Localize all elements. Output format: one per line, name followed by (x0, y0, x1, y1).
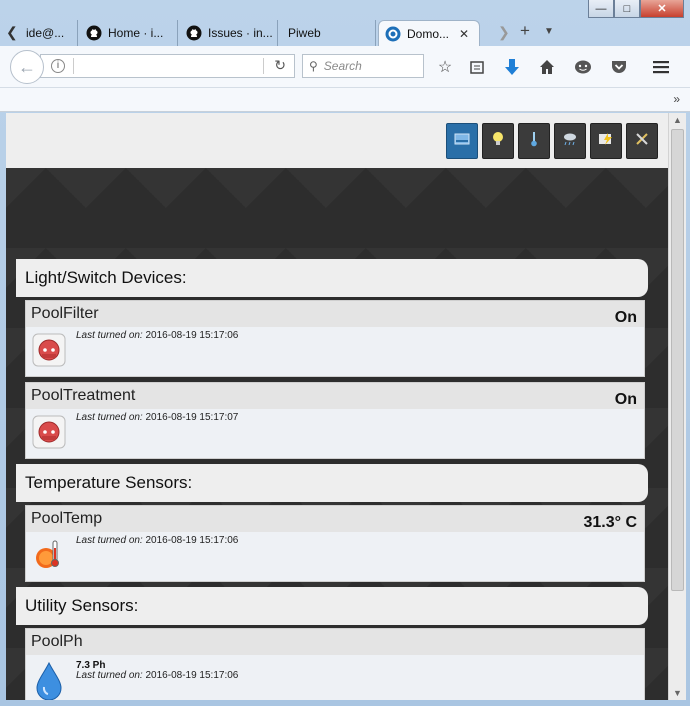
last-label: Last turned on: (76, 535, 143, 546)
thermometer-icon (530, 131, 538, 152)
last-value: 2016-08-19 15:17:07 (145, 412, 239, 423)
last-updated: Last turned on: 2016-08-19 15:17:06 (76, 535, 238, 546)
wall-socket-icon[interactable] (32, 415, 66, 449)
cloud-rain-icon (562, 132, 578, 151)
tab-label: Home · i... (108, 26, 164, 40)
section-utility-header: Utility Sensors: (16, 587, 648, 625)
close-window-button[interactable]: ✕ (640, 0, 684, 18)
tab-label: Domo... (407, 26, 450, 41)
device-card-poolph[interactable]: PoolPh 7.3 Ph Last turned on: 2016-08-19… (25, 628, 645, 700)
card-header: PoolTemp 31.3° C (26, 506, 644, 532)
bookmark-star-icon[interactable]: ☆ (434, 56, 456, 78)
device-name: PoolTreatment (31, 387, 136, 404)
device-status: 31.3° C (583, 514, 637, 531)
device-name: PoolTemp (31, 510, 103, 527)
section-title: Utility Sensors: (25, 596, 139, 615)
last-updated: Last turned on: 2016-08-19 15:17:06 (76, 670, 238, 681)
device-card-poolfilter[interactable]: PoolFilter On Last turned on: 2016-08-19… (25, 300, 645, 377)
page-content: Light/Switch Devices: PoolFilter On Last… (6, 113, 668, 700)
nav-lights-button[interactable] (482, 123, 514, 159)
search-icon: ⚲ (309, 59, 318, 73)
device-name: PoolPh (31, 633, 83, 650)
download-icon[interactable] (501, 56, 523, 78)
last-value: 2016-08-19 15:17:06 (145, 670, 239, 681)
url-bar[interactable]: i ↻ (40, 54, 295, 78)
tab-label: Issues · in... (208, 26, 273, 40)
pocket-icon[interactable] (608, 56, 630, 78)
tab-4[interactable]: Piweb (280, 20, 376, 46)
water-drop-icon[interactable] (32, 661, 66, 700)
device-name: PoolFilter (31, 305, 99, 322)
section-temperature-header: Temperature Sensors: (16, 464, 648, 502)
card-header: PoolTreatment On (26, 383, 644, 409)
last-value: 2016-08-19 15:17:06 (145, 535, 239, 546)
wall-socket-icon[interactable] (32, 333, 66, 367)
search-placeholder: Search (323, 59, 362, 73)
card-header: PoolPh (26, 629, 644, 655)
tab-bar: ❮ ide@... Home · i... Issues · in... Piw… (0, 18, 690, 46)
nav-setup-button[interactable] (626, 123, 658, 159)
divider (263, 58, 264, 74)
section-title: Light/Switch Devices: (25, 268, 187, 287)
tab-scroll-left-icon[interactable]: ❮ (6, 24, 18, 41)
nav-temperature-button[interactable] (518, 123, 550, 159)
tab-label: ide@... (26, 26, 65, 40)
maximize-button[interactable]: □ (614, 0, 640, 18)
tab-2[interactable]: Home · i... (80, 20, 178, 46)
tab-close-icon[interactable]: ✕ (459, 27, 469, 41)
tab-label: Piweb (288, 26, 321, 40)
nav-dashboard-button[interactable] (446, 123, 478, 159)
nav-weather-button[interactable] (554, 123, 586, 159)
last-label: Last turned on: (76, 670, 143, 681)
device-card-pooltreatment[interactable]: PoolTreatment On Last turned on: 2016-08… (25, 382, 645, 459)
scroll-up-icon[interactable]: ▲ (673, 115, 682, 125)
tab-3[interactable]: Issues · in... (180, 20, 278, 46)
vertical-scrollbar[interactable]: ▲ ▼ (668, 113, 686, 700)
window-controls: — □ ✕ (588, 0, 684, 18)
back-button[interactable]: ← (10, 50, 44, 84)
card-header: PoolFilter On (26, 301, 644, 327)
hamburger-menu-icon[interactable] (650, 56, 672, 78)
home-icon[interactable] (536, 56, 558, 78)
github-icon (86, 25, 102, 41)
tab-1[interactable]: ide@... (20, 20, 78, 46)
tab-list-icon[interactable]: ▼ (544, 26, 554, 37)
new-tab-icon[interactable]: + (520, 21, 530, 41)
divider (73, 58, 74, 74)
device-status: On (614, 309, 637, 326)
dashboard-icon (454, 132, 470, 150)
scroll-thumb[interactable] (671, 129, 684, 591)
overflow-chevron-icon[interactable]: » (673, 92, 680, 106)
tab-5-active[interactable]: Domo... ✕ (378, 20, 480, 46)
reload-icon[interactable]: ↻ (274, 57, 286, 74)
last-updated: Last turned on: 2016-08-19 15:17:06 (76, 330, 238, 341)
section-title: Temperature Sensors: (25, 473, 193, 492)
domoticz-header (6, 113, 668, 168)
device-status: On (614, 391, 637, 408)
reading-list-icon[interactable] (466, 56, 488, 78)
nav-toolbar: i ↻ ← ⚲ Search ☆ (0, 46, 690, 88)
info-icon[interactable]: i (51, 59, 65, 73)
device-card-pooltemp[interactable]: PoolTemp 31.3° C Last turned on: 2016-08… (25, 505, 645, 582)
last-label: Last turned on: (76, 412, 143, 423)
scroll-down-icon[interactable]: ▼ (673, 688, 682, 698)
search-input[interactable]: ⚲ Search (302, 54, 424, 78)
domoticz-icon (385, 26, 401, 42)
nav-utility-button[interactable] (590, 123, 622, 159)
bookmarks-toolbar: » (0, 88, 690, 112)
tab-scroll-right-icon[interactable]: ❯ (498, 24, 510, 41)
last-label: Last turned on: (76, 330, 143, 341)
github-icon (186, 25, 202, 41)
tools-icon (635, 132, 649, 151)
section-lights-header: Light/Switch Devices: (16, 259, 648, 297)
browser-window: — □ ✕ ❮ ide@... Home · i... Issues · in.… (0, 0, 690, 706)
bulb-icon (492, 131, 504, 152)
last-value: 2016-08-19 15:17:06 (145, 330, 239, 341)
chat-icon[interactable] (572, 56, 594, 78)
utility-icon (598, 132, 614, 151)
thermometer-sun-icon[interactable] (32, 538, 66, 572)
minimize-button[interactable]: — (588, 0, 614, 18)
last-updated: Last turned on: 2016-08-19 15:17:07 (76, 412, 238, 423)
